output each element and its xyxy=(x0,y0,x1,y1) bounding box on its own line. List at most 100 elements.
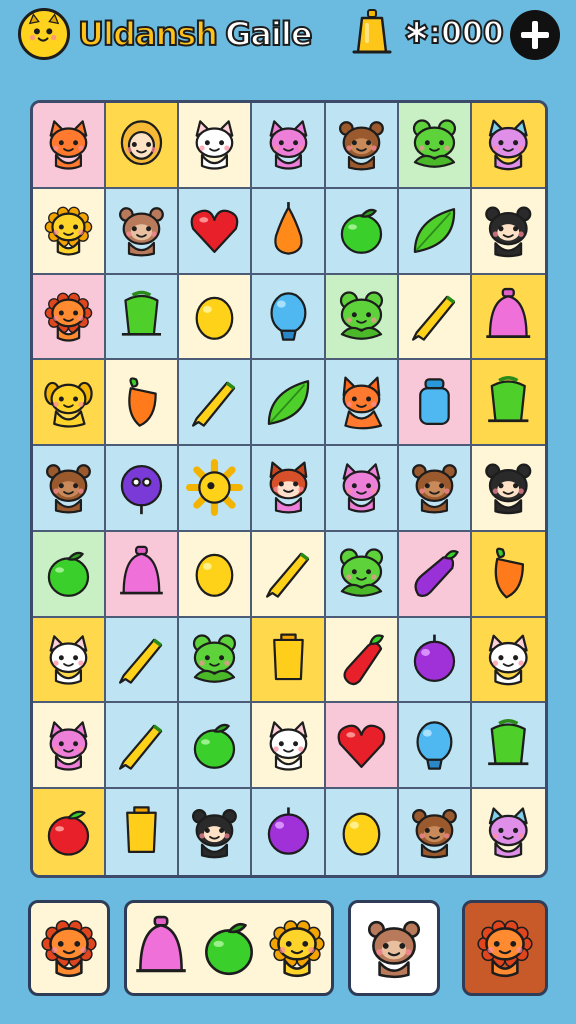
green-apple-icon xyxy=(340,208,382,254)
board-tile[interactable] xyxy=(471,188,545,275)
board-tile[interactable] xyxy=(398,446,472,532)
board-tile[interactable] xyxy=(471,103,545,189)
green-cup-icon xyxy=(122,290,162,336)
board-tile[interactable] xyxy=(325,446,399,532)
brown-bear-icon xyxy=(411,808,457,859)
board-tile[interactable] xyxy=(398,617,472,704)
board-tile[interactable] xyxy=(106,703,180,790)
green-apple-icon xyxy=(205,922,253,976)
board-tile[interactable] xyxy=(179,103,253,189)
yellow-lemon-icon xyxy=(195,553,234,598)
board-tile[interactable] xyxy=(398,531,472,618)
orange-lion-icon xyxy=(44,292,93,342)
board-tile[interactable] xyxy=(252,617,326,704)
board-tile[interactable] xyxy=(252,789,326,875)
yellow-lion-icon xyxy=(269,920,325,978)
board-tile[interactable] xyxy=(33,360,107,447)
board-tile[interactable] xyxy=(471,446,545,532)
board-tile[interactable] xyxy=(179,789,253,875)
yellow-pet-face-icon[interactable] xyxy=(18,8,70,60)
board-tile[interactable] xyxy=(106,446,180,532)
board-tile[interactable] xyxy=(33,789,107,875)
board-tile[interactable] xyxy=(252,531,326,618)
red-heart-icon xyxy=(337,724,386,768)
yellow-pencil-icon xyxy=(411,295,455,341)
board-tile[interactable] xyxy=(106,188,180,275)
board-tile[interactable] xyxy=(33,103,107,189)
black-bear-icon xyxy=(485,463,532,515)
board-tile[interactable] xyxy=(179,274,253,361)
board-tile[interactable] xyxy=(398,103,472,189)
board-tile[interactable] xyxy=(179,360,253,447)
pink-cat-icon xyxy=(269,120,307,170)
board-tile[interactable] xyxy=(33,703,107,790)
pink-cat-icon xyxy=(342,463,381,514)
board-tile[interactable] xyxy=(33,188,107,275)
tray-slot-1[interactable] xyxy=(28,900,110,996)
board-tile[interactable] xyxy=(252,360,326,447)
board-tile[interactable] xyxy=(471,617,545,704)
purple-cat-icon xyxy=(488,807,528,858)
board-tile[interactable] xyxy=(325,617,399,704)
board-tile[interactable] xyxy=(33,531,107,618)
board-tile[interactable] xyxy=(33,446,107,532)
board-tile[interactable] xyxy=(179,617,253,704)
purple-eggplant-icon xyxy=(414,550,459,598)
add-coins-button[interactable] xyxy=(510,10,560,60)
tray-slot-2[interactable] xyxy=(124,900,334,996)
board-tile[interactable] xyxy=(33,274,107,361)
board-tile[interactable] xyxy=(179,188,253,275)
board-tile[interactable] xyxy=(325,274,399,361)
game-board xyxy=(30,100,548,878)
board-tile[interactable] xyxy=(179,703,253,790)
board-tile[interactable] xyxy=(325,789,399,875)
black-bear-icon xyxy=(485,206,532,258)
board-tile[interactable] xyxy=(179,446,253,532)
board-tile[interactable] xyxy=(471,789,545,875)
yellow-lemon-icon xyxy=(195,296,234,340)
board-tile[interactable] xyxy=(471,360,545,447)
board-tile[interactable] xyxy=(325,188,399,275)
board-tile[interactable] xyxy=(106,531,180,618)
board-tile[interactable] xyxy=(471,274,545,361)
white-cat-icon xyxy=(269,721,307,771)
board-tile[interactable] xyxy=(252,188,326,275)
yellow-pencil-icon xyxy=(192,381,236,427)
brown-bear-icon xyxy=(411,464,457,514)
board-tile[interactable] xyxy=(252,703,326,790)
board-tile[interactable] xyxy=(33,617,107,704)
board-tile[interactable] xyxy=(325,703,399,790)
board-tile[interactable] xyxy=(325,531,399,618)
board-tile[interactable] xyxy=(325,103,399,189)
board-tile[interactable] xyxy=(252,103,326,189)
tray-slot-3[interactable] xyxy=(348,900,440,996)
board-tile[interactable] xyxy=(252,274,326,361)
board-tile[interactable] xyxy=(106,274,180,361)
bell-icon[interactable] xyxy=(348,8,396,60)
purple-plum-icon xyxy=(267,807,309,855)
red-pepper-icon xyxy=(343,634,384,686)
green-frog-icon xyxy=(339,291,383,340)
orange-pear-icon xyxy=(273,202,303,255)
board-tile[interactable] xyxy=(398,360,472,447)
red-apple-icon xyxy=(47,810,90,856)
board-tile[interactable] xyxy=(398,188,472,275)
board-tile[interactable] xyxy=(471,531,545,618)
board-tile[interactable] xyxy=(471,703,545,790)
board-tile[interactable] xyxy=(106,103,180,189)
board-tile[interactable] xyxy=(106,360,180,447)
board-tile[interactable] xyxy=(398,274,472,361)
pink-bell-icon xyxy=(120,545,164,595)
tray-slot-4[interactable] xyxy=(462,900,548,996)
board-tile[interactable] xyxy=(398,703,472,790)
board-tile[interactable] xyxy=(106,789,180,875)
green-frog-icon xyxy=(412,119,456,169)
board-tile[interactable] xyxy=(252,446,326,532)
brown-monkey-icon xyxy=(119,207,165,257)
board-tile[interactable] xyxy=(106,617,180,704)
board-tile[interactable] xyxy=(179,531,253,618)
board-tile[interactable] xyxy=(398,789,472,875)
board-tile[interactable] xyxy=(325,360,399,447)
green-apple-icon xyxy=(47,552,90,598)
yellow-lion-icon xyxy=(44,206,93,256)
